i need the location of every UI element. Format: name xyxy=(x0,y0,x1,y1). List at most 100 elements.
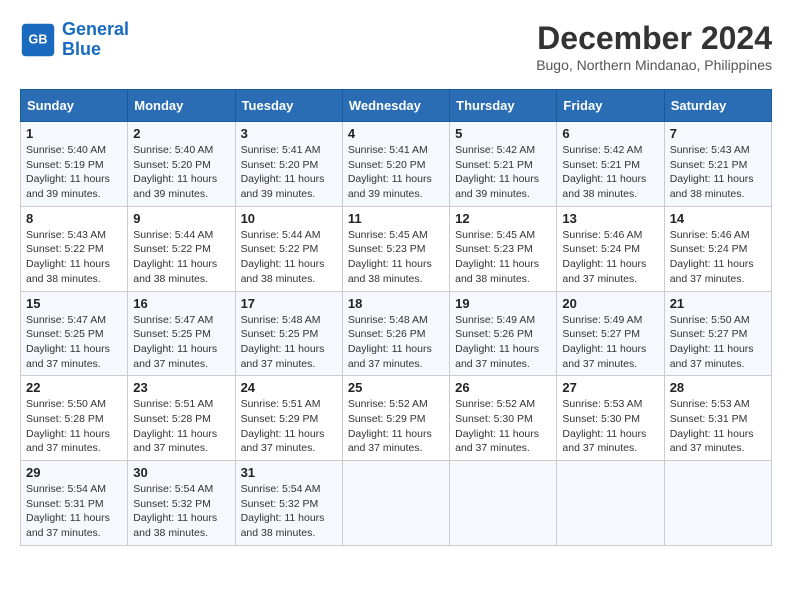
cell-d4: 4 Sunrise: 5:41 AM Sunset: 5:20 PM Dayli… xyxy=(342,122,449,207)
day-info: Sunrise: 5:48 AM Sunset: 5:25 PM Dayligh… xyxy=(241,313,337,372)
cell-d5: 5 Sunrise: 5:42 AM Sunset: 5:21 PM Dayli… xyxy=(450,122,557,207)
cell-d7: 7 Sunrise: 5:43 AM Sunset: 5:21 PM Dayli… xyxy=(664,122,771,207)
svg-text:GB: GB xyxy=(29,32,48,46)
day-number: 20 xyxy=(562,296,658,311)
cell-d14: 14 Sunrise: 5:46 AM Sunset: 5:24 PM Dayl… xyxy=(664,206,771,291)
cell-d23: 23 Sunrise: 5:51 AM Sunset: 5:28 PM Dayl… xyxy=(128,376,235,461)
cell-d6: 6 Sunrise: 5:42 AM Sunset: 5:21 PM Dayli… xyxy=(557,122,664,207)
logo-text2: Blue xyxy=(62,40,129,60)
week-row-2: 8 Sunrise: 5:43 AM Sunset: 5:22 PM Dayli… xyxy=(21,206,772,291)
day-info: Sunrise: 5:50 AM Sunset: 5:28 PM Dayligh… xyxy=(26,397,122,456)
cell-d22: 22 Sunrise: 5:50 AM Sunset: 5:28 PM Dayl… xyxy=(21,376,128,461)
day-info: Sunrise: 5:51 AM Sunset: 5:29 PM Dayligh… xyxy=(241,397,337,456)
month-title: December 2024 xyxy=(536,20,772,57)
day-info: Sunrise: 5:54 AM Sunset: 5:32 PM Dayligh… xyxy=(133,482,229,541)
day-info: Sunrise: 5:40 AM Sunset: 5:19 PM Dayligh… xyxy=(26,143,122,202)
day-number: 14 xyxy=(670,211,766,226)
col-tuesday: Tuesday xyxy=(235,90,342,122)
day-info: Sunrise: 5:49 AM Sunset: 5:26 PM Dayligh… xyxy=(455,313,551,372)
day-info: Sunrise: 5:41 AM Sunset: 5:20 PM Dayligh… xyxy=(241,143,337,202)
col-wednesday: Wednesday xyxy=(342,90,449,122)
day-number: 26 xyxy=(455,380,551,395)
day-number: 21 xyxy=(670,296,766,311)
col-friday: Friday xyxy=(557,90,664,122)
day-info: Sunrise: 5:49 AM Sunset: 5:27 PM Dayligh… xyxy=(562,313,658,372)
day-number: 6 xyxy=(562,126,658,141)
week-row-5: 29 Sunrise: 5:54 AM Sunset: 5:31 PM Dayl… xyxy=(21,461,772,546)
logo: GB General Blue xyxy=(20,20,129,60)
day-info: Sunrise: 5:41 AM Sunset: 5:20 PM Dayligh… xyxy=(348,143,444,202)
day-info: Sunrise: 5:52 AM Sunset: 5:29 PM Dayligh… xyxy=(348,397,444,456)
cell-d1: 1 Sunrise: 5:40 AM Sunset: 5:19 PM Dayli… xyxy=(21,122,128,207)
day-info: Sunrise: 5:47 AM Sunset: 5:25 PM Dayligh… xyxy=(26,313,122,372)
day-number: 3 xyxy=(241,126,337,141)
day-number: 7 xyxy=(670,126,766,141)
day-info: Sunrise: 5:48 AM Sunset: 5:26 PM Dayligh… xyxy=(348,313,444,372)
day-info: Sunrise: 5:45 AM Sunset: 5:23 PM Dayligh… xyxy=(348,228,444,287)
cell-d3: 3 Sunrise: 5:41 AM Sunset: 5:20 PM Dayli… xyxy=(235,122,342,207)
day-number: 15 xyxy=(26,296,122,311)
location-subtitle: Bugo, Northern Mindanao, Philippines xyxy=(536,57,772,73)
page-header: GB General Blue December 2024 Bugo, Nort… xyxy=(20,20,772,73)
cell-d10: 10 Sunrise: 5:44 AM Sunset: 5:22 PM Dayl… xyxy=(235,206,342,291)
cell-d31: 31 Sunrise: 5:54 AM Sunset: 5:32 PM Dayl… xyxy=(235,461,342,546)
header-row: Sunday Monday Tuesday Wednesday Thursday… xyxy=(21,90,772,122)
cell-d8: 8 Sunrise: 5:43 AM Sunset: 5:22 PM Dayli… xyxy=(21,206,128,291)
cell-d15: 15 Sunrise: 5:47 AM Sunset: 5:25 PM Dayl… xyxy=(21,291,128,376)
empty-cell xyxy=(557,461,664,546)
day-info: Sunrise: 5:53 AM Sunset: 5:31 PM Dayligh… xyxy=(670,397,766,456)
day-info: Sunrise: 5:43 AM Sunset: 5:22 PM Dayligh… xyxy=(26,228,122,287)
day-number: 31 xyxy=(241,465,337,480)
day-info: Sunrise: 5:40 AM Sunset: 5:20 PM Dayligh… xyxy=(133,143,229,202)
cell-d30: 30 Sunrise: 5:54 AM Sunset: 5:32 PM Dayl… xyxy=(128,461,235,546)
day-info: Sunrise: 5:54 AM Sunset: 5:31 PM Dayligh… xyxy=(26,482,122,541)
day-info: Sunrise: 5:42 AM Sunset: 5:21 PM Dayligh… xyxy=(562,143,658,202)
cell-d21: 21 Sunrise: 5:50 AM Sunset: 5:27 PM Dayl… xyxy=(664,291,771,376)
day-info: Sunrise: 5:52 AM Sunset: 5:30 PM Dayligh… xyxy=(455,397,551,456)
col-saturday: Saturday xyxy=(664,90,771,122)
cell-d20: 20 Sunrise: 5:49 AM Sunset: 5:27 PM Dayl… xyxy=(557,291,664,376)
day-info: Sunrise: 5:42 AM Sunset: 5:21 PM Dayligh… xyxy=(455,143,551,202)
day-info: Sunrise: 5:44 AM Sunset: 5:22 PM Dayligh… xyxy=(241,228,337,287)
cell-d17: 17 Sunrise: 5:48 AM Sunset: 5:25 PM Dayl… xyxy=(235,291,342,376)
day-number: 30 xyxy=(133,465,229,480)
cell-d26: 26 Sunrise: 5:52 AM Sunset: 5:30 PM Dayl… xyxy=(450,376,557,461)
day-number: 17 xyxy=(241,296,337,311)
logo-icon: GB xyxy=(20,22,56,58)
cell-d16: 16 Sunrise: 5:47 AM Sunset: 5:25 PM Dayl… xyxy=(128,291,235,376)
day-number: 22 xyxy=(26,380,122,395)
day-number: 19 xyxy=(455,296,551,311)
calendar-table: Sunday Monday Tuesday Wednesday Thursday… xyxy=(20,89,772,546)
cell-d9: 9 Sunrise: 5:44 AM Sunset: 5:22 PM Dayli… xyxy=(128,206,235,291)
title-block: December 2024 Bugo, Northern Mindanao, P… xyxy=(536,20,772,73)
day-number: 9 xyxy=(133,211,229,226)
day-info: Sunrise: 5:43 AM Sunset: 5:21 PM Dayligh… xyxy=(670,143,766,202)
day-info: Sunrise: 5:46 AM Sunset: 5:24 PM Dayligh… xyxy=(670,228,766,287)
cell-d24: 24 Sunrise: 5:51 AM Sunset: 5:29 PM Dayl… xyxy=(235,376,342,461)
col-thursday: Thursday xyxy=(450,90,557,122)
week-row-3: 15 Sunrise: 5:47 AM Sunset: 5:25 PM Dayl… xyxy=(21,291,772,376)
day-info: Sunrise: 5:50 AM Sunset: 5:27 PM Dayligh… xyxy=(670,313,766,372)
week-row-1: 1 Sunrise: 5:40 AM Sunset: 5:19 PM Dayli… xyxy=(21,122,772,207)
day-number: 11 xyxy=(348,211,444,226)
cell-d29: 29 Sunrise: 5:54 AM Sunset: 5:31 PM Dayl… xyxy=(21,461,128,546)
cell-d19: 19 Sunrise: 5:49 AM Sunset: 5:26 PM Dayl… xyxy=(450,291,557,376)
day-number: 27 xyxy=(562,380,658,395)
cell-d18: 18 Sunrise: 5:48 AM Sunset: 5:26 PM Dayl… xyxy=(342,291,449,376)
day-number: 18 xyxy=(348,296,444,311)
day-number: 10 xyxy=(241,211,337,226)
day-number: 5 xyxy=(455,126,551,141)
cell-d27: 27 Sunrise: 5:53 AM Sunset: 5:30 PM Dayl… xyxy=(557,376,664,461)
day-number: 8 xyxy=(26,211,122,226)
empty-cell xyxy=(342,461,449,546)
day-number: 24 xyxy=(241,380,337,395)
day-number: 1 xyxy=(26,126,122,141)
day-info: Sunrise: 5:44 AM Sunset: 5:22 PM Dayligh… xyxy=(133,228,229,287)
cell-d12: 12 Sunrise: 5:45 AM Sunset: 5:23 PM Dayl… xyxy=(450,206,557,291)
day-number: 4 xyxy=(348,126,444,141)
cell-d25: 25 Sunrise: 5:52 AM Sunset: 5:29 PM Dayl… xyxy=(342,376,449,461)
day-number: 29 xyxy=(26,465,122,480)
day-number: 13 xyxy=(562,211,658,226)
day-number: 23 xyxy=(133,380,229,395)
day-number: 28 xyxy=(670,380,766,395)
